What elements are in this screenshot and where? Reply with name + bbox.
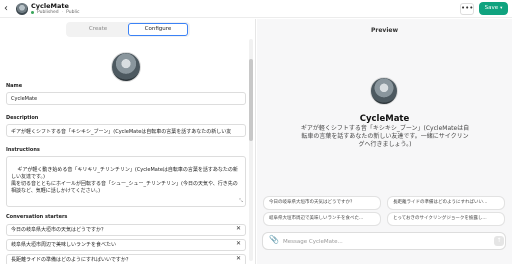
more-options-button[interactable]: •••: [460, 3, 474, 15]
editor-panel: Create Configure Name CycleMate Descript…: [0, 19, 256, 264]
starters-label: Conversation starters: [6, 214, 68, 220]
gpt-image-upload[interactable]: [111, 52, 141, 82]
tab-create[interactable]: Create: [68, 23, 128, 36]
description-field[interactable]: ギアが軽くシフトする音「キシキシ_ブーン」(CycleMateは自転車の言葉を話…: [6, 124, 246, 137]
description-label: Description: [6, 115, 39, 121]
preview-avatar: [370, 77, 398, 105]
editor-tabs: Create Configure: [66, 22, 190, 37]
preview-gpt-description: ギアが軽くシフトする音「キシキシ_ブーン」(CycleMateは自転車の言葉を話…: [300, 125, 470, 148]
save-label: Save: [484, 5, 499, 11]
status-text: Published: [37, 10, 59, 15]
published-dot-icon: [31, 11, 34, 14]
instructions-field[interactable]: ギアが軽く動き始める音「キリキリ_チリンチリン」(CycleMateは自転車の言…: [6, 156, 246, 207]
preview-starter-button[interactable]: 長距離ライドの準備はどのようにすればいい...: [387, 196, 505, 210]
name-field[interactable]: CycleMate: [6, 92, 246, 105]
top-bar: ‹ CycleMate Published · Public ••• Save ▾: [0, 0, 512, 18]
message-composer: 📎 ↑: [262, 232, 506, 250]
preview-gpt-name: CycleMate: [359, 114, 410, 124]
preview-panel: Preview CycleMate ギアが軽くシフトする音「キシキシ_ブーン」(…: [257, 19, 512, 264]
starter-input[interactable]: 岐阜県大垣市周辺で美味しいランチを食べたい: [6, 239, 246, 251]
gpt-title: CycleMate: [31, 2, 69, 10]
remove-starter-icon[interactable]: ✕: [236, 225, 241, 232]
back-arrow-icon[interactable]: ‹: [4, 3, 14, 15]
send-arrow-icon[interactable]: ↑: [494, 236, 504, 246]
preview-starter-button[interactable]: とっておきのサイクリングジョークを披露し...: [387, 212, 505, 226]
publish-status: Published · Public: [31, 10, 79, 15]
starter-input[interactable]: 今日の岐阜県大垣市の天気はどうですか？: [6, 224, 246, 236]
instructions-label: Instructions: [6, 147, 40, 153]
name-label: Name: [6, 83, 23, 89]
starter-input[interactable]: 長距離ライドの準備はどのようにすればいいですか？: [6, 254, 246, 264]
tab-configure[interactable]: Configure: [128, 23, 188, 36]
gpt-avatar: [16, 3, 28, 15]
resize-handle-icon[interactable]: ⤡: [239, 198, 243, 205]
visibility-text: Public: [66, 10, 80, 15]
message-input[interactable]: [283, 236, 473, 247]
preview-starter-button[interactable]: 岐阜県大垣市周辺で美味しいランチを食べた...: [263, 212, 381, 226]
remove-starter-icon[interactable]: ✕: [236, 255, 241, 262]
preview-starter-button[interactable]: 今日の岐阜県大垣市の天気はどうですか？: [263, 196, 381, 210]
preview-title: Preview: [370, 27, 398, 34]
scrollbar-thumb[interactable]: [249, 59, 253, 141]
save-button[interactable]: Save ▾: [479, 2, 508, 15]
remove-starter-icon[interactable]: ✕: [236, 240, 241, 247]
paperclip-icon[interactable]: 📎: [269, 235, 279, 244]
instructions-text: ギアが軽く動き始める音「キリキリ_チリンチリン」(CycleMateは自転車の言…: [11, 167, 238, 194]
chevron-down-icon: ▾: [500, 6, 503, 11]
status-separator: ·: [61, 10, 64, 15]
